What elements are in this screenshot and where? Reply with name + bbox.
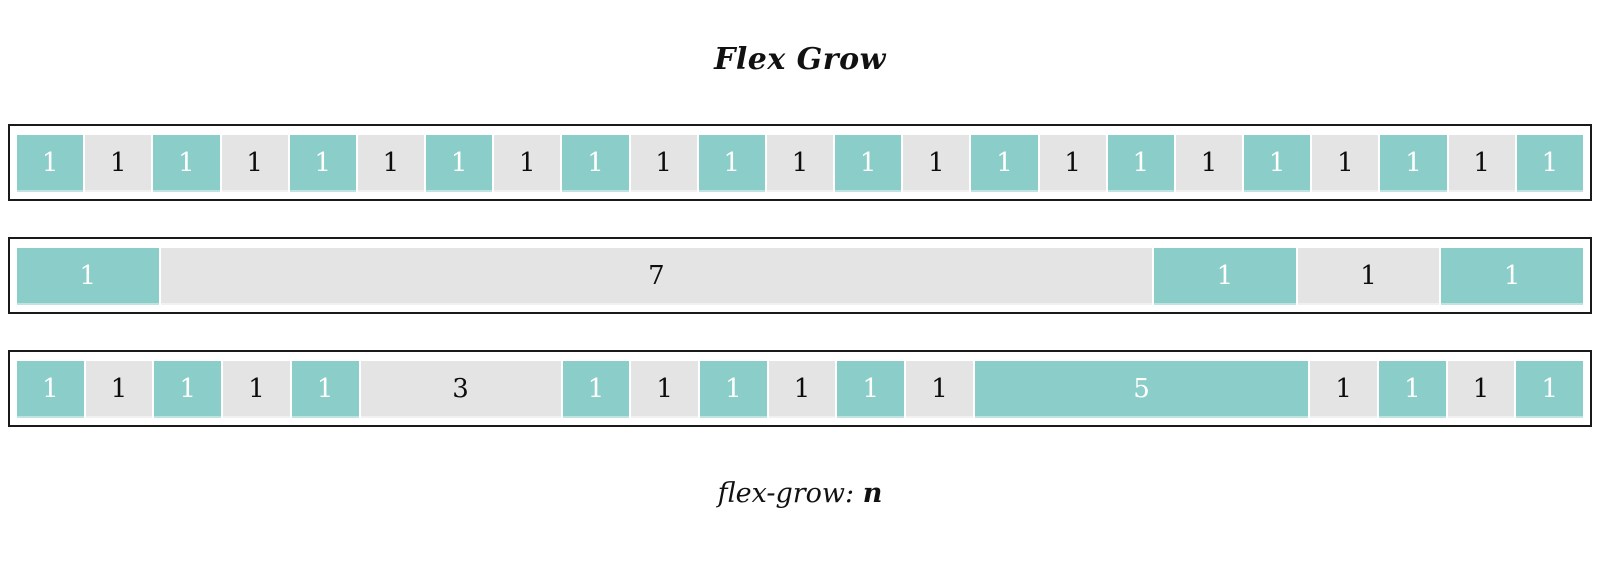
flex-item: 1 [1175, 135, 1243, 190]
flex-item: 1 [698, 135, 765, 190]
page-caption: flex-grow: n [0, 478, 1600, 509]
flex-item: 1 [768, 361, 836, 416]
flex-item: 5 [974, 361, 1309, 416]
flex-item: 1 [289, 135, 356, 190]
flex-item: 1 [17, 361, 84, 416]
flex-item: 1 [1379, 361, 1446, 416]
flex-rows: 11111111111111111111111 17111 1111131111… [8, 124, 1592, 463]
flex-item: 1 [835, 135, 902, 190]
flex-item: 1 [971, 135, 1038, 190]
flex-item: 1 [1448, 135, 1515, 190]
flex-item: 1 [85, 361, 153, 416]
page-title: Flex Grow [714, 42, 886, 77]
flex-grow-diagram: Flex Grow 11111111111111111111111 17111 … [0, 0, 1600, 578]
flex-item: 7 [160, 248, 1153, 303]
flex-item: 1 [153, 135, 220, 190]
flex-item: 1 [1441, 248, 1584, 303]
flex-item: 1 [562, 361, 630, 416]
flex-item: 1 [357, 135, 425, 190]
flex-item: 1 [1447, 361, 1515, 416]
flex-item: 1 [1244, 135, 1311, 190]
flex-container-row-2: 17111 [8, 237, 1592, 314]
flex-item: 1 [85, 135, 152, 190]
caption-value: n [862, 478, 883, 509]
flex-item: 1 [154, 361, 222, 416]
flex-item: 1 [223, 361, 290, 416]
flex-container-row-3: 11111311111151111 [8, 350, 1592, 427]
flex-item: 1 [17, 248, 159, 303]
flex-row-1: 11111111111111111111111 [17, 135, 1583, 190]
flex-item: 1 [494, 135, 561, 190]
flex-item: 1 [906, 361, 973, 416]
flex-item: 1 [700, 361, 767, 416]
caption-prefix: flex-grow: [717, 478, 863, 509]
flex-item: 1 [630, 135, 697, 190]
flex-item: 1 [837, 361, 905, 416]
flex-item: 1 [1516, 361, 1584, 416]
flex-item: 1 [1516, 135, 1583, 190]
flex-container-row-1: 11111111111111111111111 [8, 124, 1592, 201]
flex-item: 1 [562, 135, 629, 190]
flex-item: 1 [1380, 135, 1447, 190]
flex-item: 1 [17, 135, 84, 190]
flex-item: 1 [903, 135, 970, 190]
flex-item: 1 [291, 361, 359, 416]
flex-item: 1 [221, 135, 288, 190]
flex-item: 1 [1154, 248, 1296, 303]
flex-item: 1 [1039, 135, 1106, 190]
flex-item: 3 [360, 361, 561, 416]
flex-row-3: 11111311111151111 [17, 361, 1584, 416]
flex-item: 1 [1310, 361, 1378, 416]
flex-item: 1 [1107, 135, 1174, 190]
flex-item: 1 [1297, 248, 1440, 303]
flex-item: 1 [766, 135, 834, 190]
flex-item: 1 [426, 135, 493, 190]
flex-item: 1 [631, 361, 699, 416]
flex-item: 1 [1312, 135, 1379, 190]
flex-row-2: 17111 [17, 248, 1584, 303]
